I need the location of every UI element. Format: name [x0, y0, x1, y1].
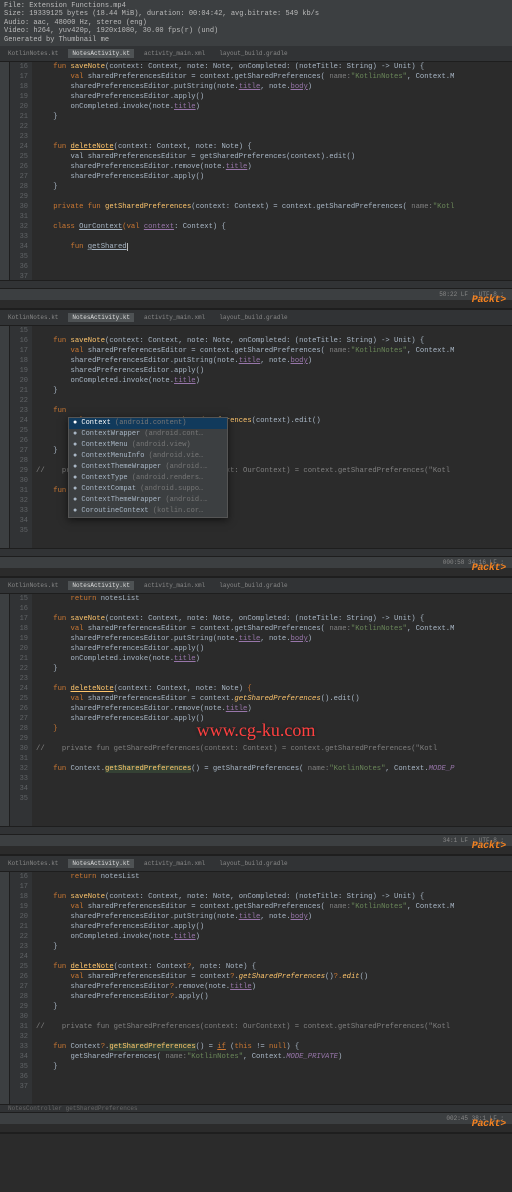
packt-logo: Packt>: [472, 563, 506, 574]
tool-sidebar[interactable]: [0, 594, 10, 826]
breadcrumb-bar: [0, 280, 512, 288]
tool-sidebar[interactable]: [0, 326, 10, 548]
editor-pane-3: KotlinNotes.kt NotesActivity.kt activity…: [0, 578, 512, 856]
code-area[interactable]: 1516171819202122232425262728293031323334…: [10, 594, 512, 826]
text-caret: [127, 243, 128, 251]
autocomplete-item[interactable]: ● ContextThemeWrapper (android.…: [69, 495, 227, 506]
tab-gradle[interactable]: layout_build.gradle: [215, 581, 291, 590]
tab-notesactivity[interactable]: NotesActivity.kt: [68, 581, 134, 590]
size-line: Size: 19339125 bytes (18.44 MiB), durati…: [4, 10, 508, 18]
line-gutter: 1617181920212223242526272829303132333435…: [10, 62, 32, 280]
tab-kotlinnotes[interactable]: KotlinNotes.kt: [4, 859, 62, 868]
tab-gradle[interactable]: layout_build.gradle: [215, 49, 291, 58]
audio-line: Audio: aac, 48000 Hz, stereo (eng): [4, 19, 508, 27]
editor-pane-2: KotlinNotes.kt NotesActivity.kt activity…: [0, 310, 512, 578]
autocomplete-item[interactable]: ● ContextMenuInfo (android.vie…: [69, 451, 227, 462]
tab-xml[interactable]: activity_main.xml: [140, 581, 209, 590]
tab-notesactivity[interactable]: NotesActivity.kt: [68, 859, 134, 868]
media-header: File: Extension Functions.mp4 Size: 1933…: [0, 0, 512, 46]
code-lines[interactable]: return notesList fun saveNote(context: C…: [32, 872, 512, 1104]
editor-tabs[interactable]: KotlinNotes.kt NotesActivity.kt activity…: [0, 856, 512, 872]
autocomplete-item[interactable]: ● ContextCompat (android.suppo…: [69, 484, 227, 495]
status-bar: 002:45 38:1 LF :: [0, 1112, 512, 1124]
tab-gradle[interactable]: layout_build.gradle: [215, 313, 291, 322]
status-bar: 58:22 LF : UTF-8 :: [0, 288, 512, 300]
tab-kotlinnotes[interactable]: KotlinNotes.kt: [4, 313, 62, 322]
editor-tabs[interactable]: KotlinNotes.kt NotesActivity.kt activity…: [0, 310, 512, 326]
tab-xml[interactable]: activity_main.xml: [140, 859, 209, 868]
file-line: File: Extension Functions.mp4: [4, 2, 508, 10]
tab-kotlinnotes[interactable]: KotlinNotes.kt: [4, 581, 62, 590]
packt-logo: Packt>: [472, 295, 506, 306]
watermark-text: www.cg-ku.com: [197, 720, 316, 741]
code-area[interactable]: 1617181920212223242526272829303132333435…: [10, 62, 512, 280]
tab-gradle[interactable]: layout_build.gradle: [215, 859, 291, 868]
code-lines[interactable]: fun saveNote(context: Context, note: Not…: [32, 62, 512, 280]
autocomplete-item[interactable]: ● ContextThemeWrapper (android.…: [69, 462, 227, 473]
editor-pane-1: KotlinNotes.kt NotesActivity.kt activity…: [0, 46, 512, 310]
gen-line: Generated by Thumbnail me: [4, 36, 508, 44]
tab-xml[interactable]: activity_main.xml: [140, 49, 209, 58]
status-bar: 000:58 34:16 LF :: [0, 556, 512, 568]
editor-tabs[interactable]: KotlinNotes.kt NotesActivity.kt activity…: [0, 46, 512, 62]
editor-tabs[interactable]: KotlinNotes.kt NotesActivity.kt activity…: [0, 578, 512, 594]
editor-pane-4: KotlinNotes.kt NotesActivity.kt activity…: [0, 856, 512, 1134]
autocomplete-item[interactable]: ● CoroutineContext (kotlin.cor…: [69, 506, 227, 517]
tab-notesactivity[interactable]: NotesActivity.kt: [68, 313, 134, 322]
breadcrumb-bar: [0, 548, 512, 556]
autocomplete-item[interactable]: ● ContextType (android.renders…: [69, 473, 227, 484]
tab-xml[interactable]: activity_main.xml: [140, 313, 209, 322]
autocomplete-item[interactable]: ● Context (android.content): [69, 418, 227, 429]
code-area[interactable]: 1617181920212223242526272829303132333435…: [10, 872, 512, 1104]
line-gutter: 1516171819202122232425262728293031323334…: [10, 594, 32, 826]
status-bar: 34:1 LF : UTF-8 :: [0, 834, 512, 846]
breadcrumb-bar: [0, 826, 512, 834]
packt-logo: Packt>: [472, 841, 506, 852]
line-gutter: 1617181920212223242526272829303132333435…: [10, 872, 32, 1104]
line-gutter: 1516171819202122232425262728293031323334…: [10, 326, 32, 548]
packt-logo: Packt>: [472, 1119, 506, 1130]
tool-sidebar[interactable]: [0, 872, 10, 1104]
code-lines[interactable]: return notesList fun saveNote(context: C…: [32, 594, 512, 826]
autocomplete-item[interactable]: ● ContextMenu (android.view): [69, 440, 227, 451]
video-line: Video: h264, yuv420p, 1920x1080, 30.00 f…: [4, 27, 508, 35]
tab-kotlinnotes[interactable]: KotlinNotes.kt: [4, 49, 62, 58]
breadcrumb-bar: NotesController getSharedPreferences: [0, 1104, 512, 1112]
tab-notesactivity[interactable]: NotesActivity.kt: [68, 49, 134, 58]
autocomplete-item[interactable]: ● ContextWrapper (android.cont…: [69, 429, 227, 440]
autocomplete-popup[interactable]: ● Context (android.content)● ContextWrap…: [68, 417, 228, 518]
tool-sidebar[interactable]: [0, 62, 10, 280]
